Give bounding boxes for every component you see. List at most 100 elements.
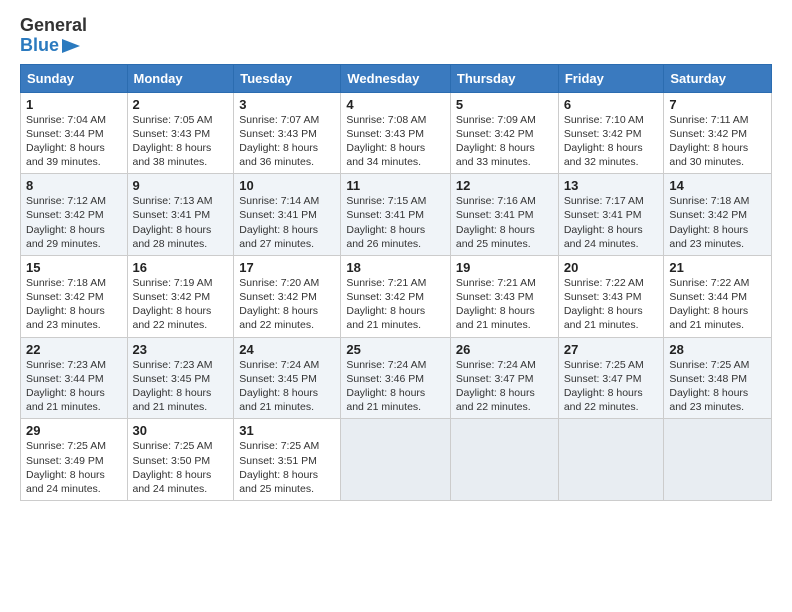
day-detail: Sunrise: 7:18 AMSunset: 3:42 PMDaylight:… — [669, 195, 749, 250]
day-detail: Sunrise: 7:24 AMSunset: 3:46 PMDaylight:… — [346, 359, 426, 414]
logo-blue: Blue — [20, 36, 87, 56]
day-detail: Sunrise: 7:24 AMSunset: 3:45 PMDaylight:… — [239, 359, 319, 414]
calendar-cell: 3 Sunrise: 7:07 AMSunset: 3:43 PMDayligh… — [234, 92, 341, 174]
logo-general: General — [20, 16, 87, 36]
day-number: 29 — [26, 423, 122, 438]
calendar-week-2: 8 Sunrise: 7:12 AMSunset: 3:42 PMDayligh… — [21, 174, 772, 256]
header-cell-thursday: Thursday — [450, 64, 558, 92]
day-number: 21 — [669, 260, 766, 275]
calendar-cell: 27 Sunrise: 7:25 AMSunset: 3:47 PMDaylig… — [558, 337, 664, 419]
day-number: 28 — [669, 342, 766, 357]
day-detail: Sunrise: 7:13 AMSunset: 3:41 PMDaylight:… — [133, 195, 213, 250]
day-number: 7 — [669, 97, 766, 112]
day-number: 24 — [239, 342, 335, 357]
day-number: 15 — [26, 260, 122, 275]
header: General Blue — [20, 16, 772, 56]
calendar-cell: 8 Sunrise: 7:12 AMSunset: 3:42 PMDayligh… — [21, 174, 128, 256]
calendar-cell: 24 Sunrise: 7:24 AMSunset: 3:45 PMDaylig… — [234, 337, 341, 419]
day-number: 27 — [564, 342, 659, 357]
day-detail: Sunrise: 7:25 AMSunset: 3:47 PMDaylight:… — [564, 359, 644, 414]
calendar-cell: 23 Sunrise: 7:23 AMSunset: 3:45 PMDaylig… — [127, 337, 234, 419]
day-number: 25 — [346, 342, 445, 357]
calendar-cell: 22 Sunrise: 7:23 AMSunset: 3:44 PMDaylig… — [21, 337, 128, 419]
day-detail: Sunrise: 7:21 AMSunset: 3:43 PMDaylight:… — [456, 277, 536, 332]
calendar-cell: 9 Sunrise: 7:13 AMSunset: 3:41 PMDayligh… — [127, 174, 234, 256]
day-detail: Sunrise: 7:05 AMSunset: 3:43 PMDaylight:… — [133, 114, 213, 169]
day-number: 26 — [456, 342, 553, 357]
calendar-cell: 11 Sunrise: 7:15 AMSunset: 3:41 PMDaylig… — [341, 174, 451, 256]
page: General Blue SundayMondayTuesdayWednesda… — [0, 0, 792, 513]
logo-flag-icon — [62, 39, 80, 53]
logo: General Blue — [20, 16, 87, 56]
day-detail: Sunrise: 7:17 AMSunset: 3:41 PMDaylight:… — [564, 195, 644, 250]
day-detail: Sunrise: 7:14 AMSunset: 3:41 PMDaylight:… — [239, 195, 319, 250]
day-number: 13 — [564, 178, 659, 193]
day-number: 9 — [133, 178, 229, 193]
calendar-cell: 14 Sunrise: 7:18 AMSunset: 3:42 PMDaylig… — [664, 174, 772, 256]
calendar-cell: 18 Sunrise: 7:21 AMSunset: 3:42 PMDaylig… — [341, 255, 451, 337]
header-cell-wednesday: Wednesday — [341, 64, 451, 92]
calendar-cell: 12 Sunrise: 7:16 AMSunset: 3:41 PMDaylig… — [450, 174, 558, 256]
day-detail: Sunrise: 7:19 AMSunset: 3:42 PMDaylight:… — [133, 277, 213, 332]
day-detail: Sunrise: 7:07 AMSunset: 3:43 PMDaylight:… — [239, 114, 319, 169]
day-number: 30 — [133, 423, 229, 438]
logo: General Blue — [20, 16, 87, 56]
calendar-cell — [558, 419, 664, 501]
day-number: 10 — [239, 178, 335, 193]
day-detail: Sunrise: 7:20 AMSunset: 3:42 PMDaylight:… — [239, 277, 319, 332]
day-detail: Sunrise: 7:08 AMSunset: 3:43 PMDaylight:… — [346, 114, 426, 169]
calendar-cell: 1 Sunrise: 7:04 AMSunset: 3:44 PMDayligh… — [21, 92, 128, 174]
calendar-week-1: 1 Sunrise: 7:04 AMSunset: 3:44 PMDayligh… — [21, 92, 772, 174]
calendar-cell: 15 Sunrise: 7:18 AMSunset: 3:42 PMDaylig… — [21, 255, 128, 337]
day-detail: Sunrise: 7:25 AMSunset: 3:50 PMDaylight:… — [133, 440, 213, 495]
calendar-cell: 7 Sunrise: 7:11 AMSunset: 3:42 PMDayligh… — [664, 92, 772, 174]
calendar-cell: 4 Sunrise: 7:08 AMSunset: 3:43 PMDayligh… — [341, 92, 451, 174]
day-number: 8 — [26, 178, 122, 193]
day-detail: Sunrise: 7:16 AMSunset: 3:41 PMDaylight:… — [456, 195, 536, 250]
calendar-cell: 2 Sunrise: 7:05 AMSunset: 3:43 PMDayligh… — [127, 92, 234, 174]
calendar-cell: 26 Sunrise: 7:24 AMSunset: 3:47 PMDaylig… — [450, 337, 558, 419]
day-detail: Sunrise: 7:09 AMSunset: 3:42 PMDaylight:… — [456, 114, 536, 169]
day-number: 14 — [669, 178, 766, 193]
day-detail: Sunrise: 7:12 AMSunset: 3:42 PMDaylight:… — [26, 195, 106, 250]
calendar-cell: 21 Sunrise: 7:22 AMSunset: 3:44 PMDaylig… — [664, 255, 772, 337]
calendar-cell: 28 Sunrise: 7:25 AMSunset: 3:48 PMDaylig… — [664, 337, 772, 419]
day-number: 16 — [133, 260, 229, 275]
header-cell-friday: Friday — [558, 64, 664, 92]
day-number: 4 — [346, 97, 445, 112]
day-detail: Sunrise: 7:04 AMSunset: 3:44 PMDaylight:… — [26, 114, 106, 169]
calendar-cell: 17 Sunrise: 7:20 AMSunset: 3:42 PMDaylig… — [234, 255, 341, 337]
calendar-week-3: 15 Sunrise: 7:18 AMSunset: 3:42 PMDaylig… — [21, 255, 772, 337]
day-detail: Sunrise: 7:10 AMSunset: 3:42 PMDaylight:… — [564, 114, 644, 169]
day-number: 17 — [239, 260, 335, 275]
day-detail: Sunrise: 7:23 AMSunset: 3:45 PMDaylight:… — [133, 359, 213, 414]
day-detail: Sunrise: 7:24 AMSunset: 3:47 PMDaylight:… — [456, 359, 536, 414]
calendar-cell: 20 Sunrise: 7:22 AMSunset: 3:43 PMDaylig… — [558, 255, 664, 337]
day-number: 20 — [564, 260, 659, 275]
calendar-cell: 13 Sunrise: 7:17 AMSunset: 3:41 PMDaylig… — [558, 174, 664, 256]
calendar-cell: 10 Sunrise: 7:14 AMSunset: 3:41 PMDaylig… — [234, 174, 341, 256]
header-cell-saturday: Saturday — [664, 64, 772, 92]
day-detail: Sunrise: 7:23 AMSunset: 3:44 PMDaylight:… — [26, 359, 106, 414]
day-number: 6 — [564, 97, 659, 112]
calendar-cell — [341, 419, 451, 501]
day-number: 5 — [456, 97, 553, 112]
day-number: 22 — [26, 342, 122, 357]
day-number: 3 — [239, 97, 335, 112]
header-cell-sunday: Sunday — [21, 64, 128, 92]
day-number: 18 — [346, 260, 445, 275]
day-number: 31 — [239, 423, 335, 438]
day-detail: Sunrise: 7:18 AMSunset: 3:42 PMDaylight:… — [26, 277, 106, 332]
day-detail: Sunrise: 7:22 AMSunset: 3:43 PMDaylight:… — [564, 277, 644, 332]
day-detail: Sunrise: 7:25 AMSunset: 3:48 PMDaylight:… — [669, 359, 749, 414]
day-number: 19 — [456, 260, 553, 275]
day-number: 1 — [26, 97, 122, 112]
header-cell-monday: Monday — [127, 64, 234, 92]
header-row: SundayMondayTuesdayWednesdayThursdayFrid… — [21, 64, 772, 92]
calendar-table: SundayMondayTuesdayWednesdayThursdayFrid… — [20, 64, 772, 501]
calendar-cell: 29 Sunrise: 7:25 AMSunset: 3:49 PMDaylig… — [21, 419, 128, 501]
day-number: 23 — [133, 342, 229, 357]
calendar-week-4: 22 Sunrise: 7:23 AMSunset: 3:44 PMDaylig… — [21, 337, 772, 419]
logo-text: General Blue — [20, 16, 87, 56]
day-detail: Sunrise: 7:11 AMSunset: 3:42 PMDaylight:… — [669, 114, 748, 169]
